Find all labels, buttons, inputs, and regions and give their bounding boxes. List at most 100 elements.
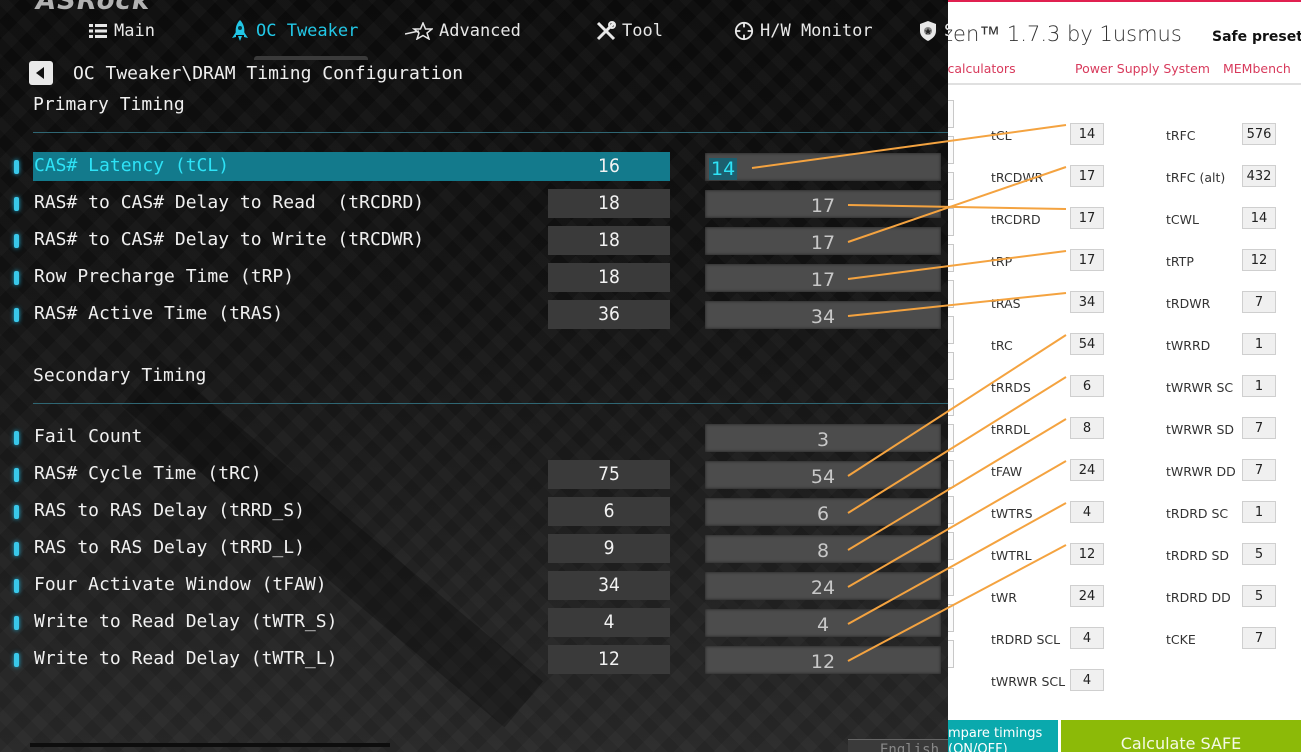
tab-label: H/W Monitor (760, 21, 873, 41)
timing-field[interactable]: 8 (1070, 417, 1104, 439)
timing-row[interactable]: RAS# to CAS# Delay to Read (tRCDRD) 18 17 (0, 189, 950, 219)
timing-field[interactable]: 7 (1242, 291, 1276, 313)
timing-value-input[interactable]: 17 (705, 190, 941, 218)
timing-field[interactable]: 54 (1070, 333, 1104, 355)
star-icon (405, 21, 433, 41)
hidden-field-edge (948, 280, 954, 308)
timing-name: tRDRD SC (1166, 506, 1229, 521)
timing-name: tRDWR (1166, 296, 1211, 311)
timing-value-input[interactable]: 17 (705, 227, 941, 255)
hidden-field-edge (948, 604, 954, 632)
timing-row[interactable]: Fail Count 3 (0, 423, 950, 453)
timing-label: Four Activate Window (tFAW) (34, 574, 327, 595)
timing-label: RAS# Active Time (tRAS) (34, 303, 284, 324)
timing-value-input[interactable]: 24 (705, 572, 941, 600)
hidden-field-edge (948, 244, 954, 272)
timing-value-input[interactable]: 8 (705, 535, 941, 563)
timing-value-input[interactable]: 4 (705, 609, 941, 637)
tab-label: Advanced (439, 21, 521, 41)
timing-field[interactable]: 17 (1070, 249, 1104, 271)
timing-row[interactable]: RAS to RAS Delay (tRRD_L) 9 8 (0, 534, 950, 564)
timing-value-input[interactable]: 14 (705, 153, 941, 181)
timing-label: RAS to RAS Delay (tRRD_S) (34, 500, 305, 521)
breadcrumb-path: OC Tweaker\DRAM Timing Configuration (73, 62, 464, 84)
timing-row[interactable]: Four Activate Window (tFAW) 34 24 (0, 571, 950, 601)
timing-row[interactable]: Write to Read Delay (tWTR_L) 12 12 (0, 645, 950, 675)
timing-name: tRRDS (991, 380, 1031, 395)
timing-field[interactable]: 576 (1242, 123, 1276, 145)
timing-label: Write to Read Delay (tWTR_L) (34, 648, 338, 669)
timing-field[interactable]: 12 (1070, 543, 1104, 565)
item-bullet-icon (14, 308, 19, 322)
timing-name: tRFC (alt) (1166, 170, 1226, 185)
timing-field[interactable]: 1 (1242, 333, 1276, 355)
timing-value-input[interactable]: 3 (705, 424, 941, 452)
timing-name: tRRDL (991, 422, 1030, 437)
timing-field[interactable]: 17 (1070, 207, 1104, 229)
timing-field[interactable]: 12 (1242, 249, 1276, 271)
timing-field[interactable]: 4 (1070, 627, 1104, 649)
timing-field[interactable]: 4 (1070, 501, 1104, 523)
timing-field[interactable]: 17 (1070, 165, 1104, 187)
timing-field[interactable]: 14 (1242, 207, 1276, 229)
shield-icon (918, 21, 938, 41)
item-bullet-icon (14, 160, 19, 174)
asrock-logo: ASRock (36, 0, 151, 16)
timing-field[interactable]: 34 (1070, 291, 1104, 313)
crosshair-icon (734, 21, 754, 41)
language-button[interactable]: English (848, 739, 950, 752)
timing-field[interactable]: 7 (1242, 417, 1276, 439)
back-button[interactable] (29, 61, 53, 85)
timing-value-input[interactable]: 17 (705, 264, 941, 292)
timing-field[interactable]: 1 (1242, 501, 1276, 523)
item-bullet-icon (14, 653, 19, 667)
link-calculators[interactable]: l calculators (948, 61, 1016, 76)
hidden-field-edge (948, 100, 954, 128)
timing-row[interactable]: RAS# to CAS# Delay to Write (tRCDWR) 18 17 (0, 226, 950, 256)
timing-field[interactable]: 1 (1242, 375, 1276, 397)
calculate-safe-button[interactable]: Calculate SAFE (1061, 720, 1301, 752)
timing-name: tWRWR SCL (991, 674, 1066, 689)
timing-field[interactable]: 24 (1070, 585, 1104, 607)
compare-button-line2: (ON/OFF) (948, 742, 1008, 752)
timing-label: RAS# to CAS# Delay to Write (tRCDWR) (34, 229, 425, 250)
tab-tool[interactable]: Tool (596, 16, 663, 46)
secondary-divider (33, 403, 950, 404)
timing-field[interactable]: 7 (1242, 459, 1276, 481)
timing-field[interactable]: 5 (1242, 585, 1276, 607)
tab-main[interactable]: Main (88, 16, 155, 46)
timing-row[interactable]: CAS# Latency (tCL) 16 14 (0, 152, 950, 182)
timing-value-input[interactable]: 12 (705, 646, 941, 674)
timing-field[interactable]: 24 (1070, 459, 1104, 481)
timing-value-input[interactable]: 6 (705, 498, 941, 526)
timing-field[interactable]: 432 (1242, 165, 1276, 187)
compare-timings-button[interactable]: ompare timings (ON/OFF) (948, 720, 1058, 752)
timing-field[interactable]: 7 (1242, 627, 1276, 649)
hidden-field-edge (948, 496, 954, 524)
timing-current-value: 18 (548, 189, 670, 218)
link-membench[interactable]: MEMbench (1223, 61, 1291, 76)
tab-hw-monitor[interactable]: H/W Monitor (734, 16, 873, 46)
hidden-field-edge (948, 640, 954, 668)
timing-label: Row Precharge Time (tRP) (34, 266, 295, 287)
timing-current-value: 18 (548, 263, 670, 292)
timing-field[interactable]: 4 (1070, 669, 1104, 691)
timing-row[interactable]: RAS to RAS Delay (tRRD_S) 6 6 (0, 497, 950, 527)
timing-name: tRC (991, 338, 1013, 353)
link-power-supply-system[interactable]: Power Supply System (1075, 61, 1210, 76)
timing-row[interactable]: Row Precharge Time (tRP) 18 17 (0, 263, 950, 293)
tab-security[interactable]: S (918, 16, 950, 46)
tab-advanced[interactable]: Advanced (405, 16, 521, 46)
timing-row[interactable]: Write to Read Delay (tWTR_S) 4 4 (0, 608, 950, 638)
primary-timing-title: Primary Timing (33, 94, 185, 115)
timing-field[interactable]: 6 (1070, 375, 1104, 397)
timing-label: RAS# to CAS# Delay to Read (tRCDRD) (34, 192, 425, 213)
timing-value-input[interactable]: 54 (705, 461, 941, 489)
timing-field[interactable]: 5 (1242, 543, 1276, 565)
timing-row[interactable]: RAS# Active Time (tRAS) 36 34 (0, 300, 950, 330)
timing-row[interactable]: RAS# Cycle Time (tRC) 75 54 (0, 460, 950, 490)
timing-current-value: 4 (548, 608, 670, 637)
timing-field[interactable]: 14 (1070, 123, 1104, 145)
tab-oc-tweaker[interactable]: OC Tweaker (230, 16, 369, 60)
timing-value-input[interactable]: 34 (705, 301, 941, 329)
